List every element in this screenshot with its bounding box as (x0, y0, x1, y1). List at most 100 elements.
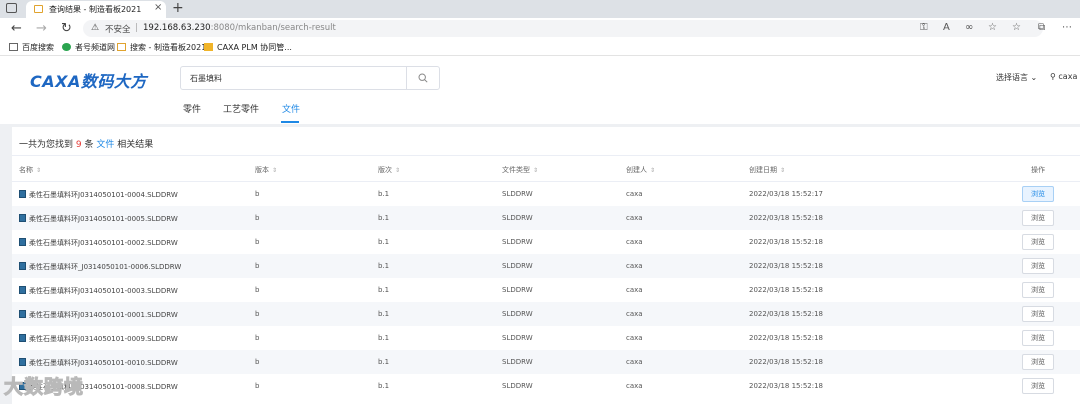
creator-cell: caxa (626, 310, 643, 318)
file-name: 柔性石墨填料环J0314050101-0002.SLDDRW (29, 239, 178, 247)
bookmark-label: 百度搜索 (22, 43, 54, 52)
search-box[interactable]: 石墨填料 (180, 66, 440, 90)
browse-button[interactable]: 浏览 (1022, 378, 1054, 394)
browse-button[interactable]: 浏览 (1022, 186, 1054, 202)
favorite-icon[interactable]: ☆ (988, 22, 997, 33)
page-icon (9, 43, 18, 51)
browse-button[interactable]: 浏览 (1022, 330, 1054, 346)
caxa-logo[interactable]: CAXA数码大方 (30, 68, 147, 92)
sort-icon[interactable]: ⇕ (780, 167, 785, 174)
column-header-date[interactable]: 创建日期 ⇕ (749, 165, 785, 175)
result-prefix: 一共为您找到 (19, 140, 74, 150)
creator-cell: caxa (626, 286, 643, 294)
table-row: 柔性石墨填料环J0314050101-0003.SLDDRW b b.1 SLDDRW… (12, 278, 1080, 302)
version-cell: b (255, 262, 260, 270)
user-icon: ⚲ (1050, 72, 1056, 81)
name-cell[interactable]: 柔性石墨填料环J0314050101-0004.SLDDRW (19, 190, 178, 200)
bookmark-item[interactable]: 者号频道网 (62, 42, 115, 53)
bookmark-item[interactable]: 百度搜索 (9, 42, 54, 53)
browse-button[interactable]: 浏览 (1022, 234, 1054, 250)
browser-tab-strip: 查询结果 - 制造看板2021 × + (0, 0, 1080, 18)
revision-cell: b.1 (378, 238, 390, 246)
result-type: 文件 (96, 140, 115, 150)
file-type-cell: SLDDRW (502, 358, 533, 366)
browse-button[interactable]: 浏览 (1022, 258, 1054, 274)
tab-parts[interactable]: 零件 (183, 102, 201, 115)
key-icon[interactable]: ⚿ (920, 22, 928, 33)
drawing-file-icon (19, 190, 26, 198)
name-cell[interactable]: 柔性石墨填料环J0314050101-0002.SLDDRW (19, 238, 178, 248)
tab-actions-icon[interactable] (6, 3, 17, 13)
table-row: 柔性石墨填料环J0314050101-0001.SLDDRW b b.1 SLDDRW… (12, 302, 1080, 326)
drawing-file-icon (19, 238, 26, 246)
translate-icon[interactable]: ∞ (965, 22, 973, 33)
sort-icon[interactable]: ⇕ (395, 167, 400, 174)
drawing-file-icon (19, 358, 26, 366)
drawing-file-icon (19, 334, 26, 342)
file-type-cell: SLDDRW (502, 286, 533, 294)
favorites-icon[interactable]: ☆ (1012, 22, 1021, 33)
sort-icon[interactable]: ⇕ (272, 167, 277, 174)
user-menu[interactable]: ⚲ caxa (1050, 72, 1077, 81)
address-separator: | (135, 23, 139, 33)
name-cell[interactable]: 柔性石墨填料环J0314050101-0003.SLDDRW (19, 286, 178, 296)
new-tab-button[interactable]: + (172, 0, 184, 16)
bookmark-item[interactable]: CAXA PLM 协同管... (204, 42, 292, 53)
url-text: 192.168.63.230:8080/mkanban/search-resul… (143, 23, 336, 33)
version-cell: b (255, 286, 260, 294)
search-icon (418, 73, 428, 83)
collections-icon[interactable]: ⧉ (1038, 22, 1045, 33)
reload-icon[interactable]: ↻ (61, 21, 72, 36)
sort-icon[interactable]: ⇕ (533, 167, 538, 174)
date-cell: 2022/03/18 15:52:18 (749, 238, 824, 246)
back-icon[interactable]: ← (11, 21, 22, 36)
column-header-creator[interactable]: 创建人 ⇕ (626, 165, 655, 175)
table-row: 柔性石墨填料环J0314050101-0010.SLDDRW b b.1 SLDDRW… (12, 350, 1080, 374)
table-row: 柔性石墨填料环J0314050101-0002.SLDDRW b b.1 SLDDRW… (12, 230, 1080, 254)
search-input[interactable]: 石墨填料 (190, 73, 222, 84)
name-cell[interactable]: 柔性石墨填料环J0314050101-0010.SLDDRW (19, 358, 178, 368)
browse-button[interactable]: 浏览 (1022, 354, 1054, 370)
address-bar[interactable]: ⚠ 不安全 | 192.168.63.230:8080/mkanban/sear… (83, 20, 1043, 37)
more-icon[interactable]: ⋯ (1062, 22, 1072, 33)
column-label: 文件类型 (502, 166, 530, 174)
date-cell: 2022/03/18 15:52:18 (749, 334, 824, 342)
creator-cell: caxa (626, 382, 643, 390)
column-header-actions: 操作 (1031, 166, 1045, 174)
tab-process-parts[interactable]: 工艺零件 (223, 102, 259, 115)
date-cell: 2022/03/18 15:52:18 (749, 262, 824, 270)
read-aloud-icon[interactable]: A (943, 22, 950, 33)
browse-button[interactable]: 浏览 (1022, 306, 1054, 322)
name-cell[interactable]: 柔性石墨填料环J0314050101-0005.SLDDRW (19, 214, 178, 224)
result-unit: 条 (84, 140, 94, 150)
tab-files[interactable]: 文件 (282, 102, 300, 115)
sort-icon[interactable]: ⇕ (650, 167, 655, 174)
bookmark-item[interactable]: 搜索 - 制造看板2021 (117, 42, 206, 53)
date-cell: 2022/03/18 15:52:18 (749, 286, 824, 294)
column-header-file-type[interactable]: 文件类型 ⇕ (502, 165, 538, 175)
column-header-revision[interactable]: 版次 ⇕ (378, 165, 400, 175)
language-select[interactable]: 选择语言 ⌄ (996, 72, 1037, 83)
browse-button[interactable]: 浏览 (1022, 282, 1054, 298)
column-header-name[interactable]: 名称 ⇕ (19, 165, 41, 175)
name-cell[interactable]: 柔性石墨填料环_J0314050101-0006.SLDDRW (19, 262, 181, 272)
browse-button[interactable]: 浏览 (1022, 210, 1054, 226)
name-cell[interactable]: 柔性石墨填料环J0314050101-0001.SLDDRW (19, 310, 178, 320)
search-button[interactable] (406, 67, 439, 89)
name-cell[interactable]: 柔性石墨填料环J0314050101-0009.SLDDRW (19, 334, 178, 344)
file-name: 柔性石墨填料环J0314050101-0001.SLDDRW (29, 311, 178, 319)
column-label: 创建人 (626, 166, 647, 174)
column-header-version[interactable]: 版本 ⇕ (255, 165, 277, 175)
creator-cell: caxa (626, 214, 643, 222)
file-type-cell: SLDDRW (502, 310, 533, 318)
bookmark-label: CAXA PLM 协同管... (217, 43, 292, 52)
warning-icon: ⚠ (91, 23, 100, 33)
version-cell: b (255, 358, 260, 366)
revision-cell: b.1 (378, 286, 390, 294)
forward-icon[interactable]: → (36, 21, 47, 36)
result-count: 9 (75, 140, 82, 150)
browser-tab[interactable]: 查询结果 - 制造看板2021 × (26, 1, 166, 18)
url-host: 192.168.63.230 (143, 23, 211, 33)
sort-icon[interactable]: ⇕ (36, 167, 41, 174)
close-tab-icon[interactable]: × (154, 2, 162, 13)
